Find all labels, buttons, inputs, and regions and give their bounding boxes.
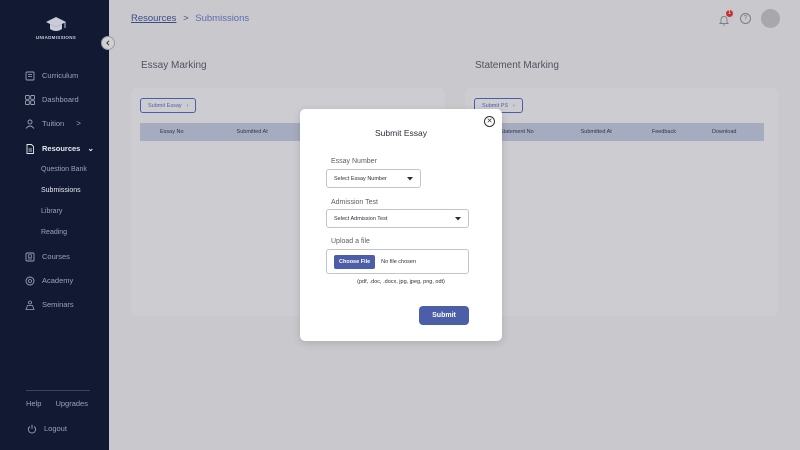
logo-text: UNIADMISSIONS — [35, 35, 77, 40]
sidebar-item-seminars[interactable]: Seminars — [24, 299, 74, 310]
avatar[interactable] — [761, 9, 780, 28]
sidebar: UNIADMISSIONS Curriculum Dashboard Tuiti… — [0, 0, 109, 450]
sidebar-divider — [26, 390, 90, 391]
book-icon — [24, 70, 35, 81]
close-icon: ✕ — [486, 118, 493, 125]
admission-test-label: Admission Test — [331, 199, 378, 206]
sidebar-item-tuition[interactable]: Tuition > — [24, 118, 81, 129]
admission-test-value: Select Admission Test — [334, 215, 388, 222]
chevron-left-icon — [106, 40, 110, 46]
logout-button[interactable]: Logout — [26, 423, 67, 434]
sidebar-item-label: Seminars — [42, 300, 74, 309]
brand-logo[interactable]: UNIADMISSIONS — [32, 16, 80, 40]
help-icon[interactable]: ? — [740, 13, 751, 24]
breadcrumb-link-resources[interactable]: Resources — [131, 13, 176, 24]
grid-icon — [24, 94, 35, 105]
sidebar-item-courses[interactable]: Courses — [24, 251, 70, 262]
power-icon — [26, 423, 37, 434]
graduation-cap-icon — [46, 17, 66, 31]
close-modal-button[interactable]: ✕ — [484, 116, 495, 127]
chevron-right-icon: › — [186, 102, 189, 109]
top-bar: Resources > Submissions 1 ? — [109, 0, 800, 38]
submit-essay-button-label: Submit Essay — [148, 102, 182, 109]
sidebar-item-academy[interactable]: Academy — [24, 275, 73, 286]
file-upload-field: Choose File No file chosen — [326, 249, 469, 274]
caret-down-icon — [455, 216, 461, 220]
sidebar-subitem-submissions[interactable]: Submissions — [41, 187, 81, 194]
breadcrumb-separator: > — [183, 13, 189, 24]
document-icon — [24, 143, 35, 154]
breadcrumb: Resources > Submissions — [131, 13, 249, 24]
allowed-formats-text: (pdf, .doc, .docx, jpg, jpeg, png, odt) — [357, 279, 445, 285]
course-icon — [24, 251, 35, 262]
chevron-right-icon: > — [76, 119, 81, 128]
column-header: Statement No — [500, 129, 534, 135]
notification-button[interactable]: 1 — [718, 9, 733, 25]
chevron-down-icon: ⌄ — [87, 144, 95, 153]
column-header: Feedback — [651, 129, 676, 135]
sidebar-subitem-question-bank[interactable]: Question Bank — [41, 166, 87, 173]
modal-title: Submit Essay — [375, 128, 427, 138]
sidebar-item-label: Academy — [42, 276, 74, 285]
top-icons: 1 ? — [718, 9, 780, 28]
submit-essay-modal: ✕ Submit Essay Essay Number Select Essay… — [300, 109, 502, 341]
essay-marking-title: Essay Marking — [141, 60, 207, 71]
sidebar-item-label: Resources — [42, 144, 81, 153]
submit-essay-button[interactable]: Submit Essay › — [140, 98, 197, 113]
help-row: Help Upgrades — [26, 399, 88, 408]
upload-label: Upload a file — [331, 238, 370, 245]
person-icon — [24, 118, 35, 129]
sidebar-item-curriculum[interactable]: Curriculum — [24, 70, 78, 81]
caret-down-icon — [407, 176, 413, 180]
sidebar-subitem-library[interactable]: Library — [41, 208, 62, 215]
sidebar-item-label: Courses — [42, 252, 70, 261]
column-header: Submitted At — [580, 129, 612, 135]
submit-button[interactable]: Submit — [419, 306, 469, 325]
sidebar-item-resources[interactable]: Resources ⌄ — [24, 143, 94, 154]
logout-label: Logout — [44, 424, 67, 433]
no-file-text: No file chosen — [381, 258, 417, 265]
upgrades-link[interactable]: Upgrades — [55, 399, 88, 408]
column-header: Submitted At — [236, 129, 268, 135]
essay-number-value: Select Essay Number — [334, 175, 387, 182]
statement-marking-card: Submit PS › Statement No Submitted At Fe… — [465, 88, 778, 316]
sidebar-item-dashboard[interactable]: Dashboard — [24, 94, 79, 105]
choose-file-button[interactable]: Choose File — [334, 254, 376, 269]
essay-number-label: Essay Number — [331, 158, 377, 165]
statement-marking-title: Statement Marking — [475, 60, 559, 71]
chevron-right-icon: › — [512, 102, 515, 109]
column-header: Essay No — [160, 129, 184, 135]
breadcrumb-current: Submissions — [195, 13, 250, 24]
admission-test-select[interactable]: Select Admission Test — [326, 209, 469, 228]
sidebar-item-label: Curriculum — [42, 71, 79, 80]
submit-ps-button-label: Submit PS — [482, 102, 508, 109]
sidebar-subitem-reading[interactable]: Reading — [41, 229, 67, 236]
academy-icon — [24, 275, 35, 286]
sidebar-item-label: Tuition — [42, 119, 65, 128]
collapse-sidebar-button[interactable] — [101, 36, 115, 50]
notification-badge: 1 — [726, 9, 733, 17]
help-link[interactable]: Help — [26, 399, 41, 408]
statement-table-header: Statement No Submitted At Feedback Downl… — [474, 123, 764, 141]
seminar-icon — [24, 299, 35, 310]
sidebar-item-label: Dashboard — [42, 95, 79, 104]
essay-number-select[interactable]: Select Essay Number — [326, 169, 421, 188]
column-header: Download — [711, 129, 737, 135]
